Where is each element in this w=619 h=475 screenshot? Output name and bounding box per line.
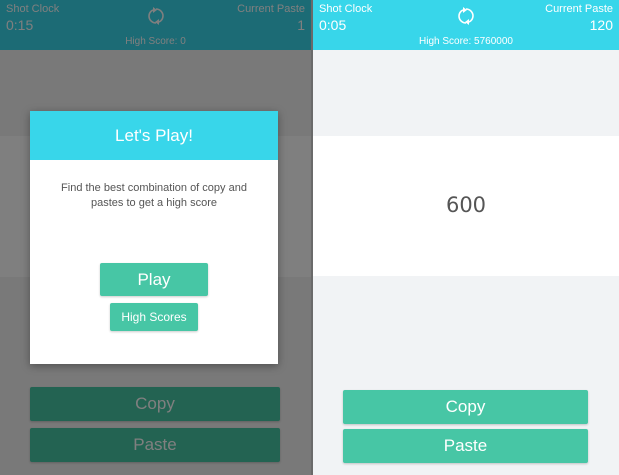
- copy-button[interactable]: Copy: [343, 390, 588, 424]
- game-header: Shot Clock 0:05 Current Paste 120 High S…: [313, 0, 619, 50]
- paste-button[interactable]: Paste: [343, 429, 588, 463]
- lets-play-dialog: Let's Play! Find the best combination of…: [30, 111, 278, 364]
- number-band: 600: [313, 136, 619, 276]
- left-game-screen: Shot Clock 0:15 Current Paste 1 High Sco…: [0, 0, 311, 475]
- refresh-icon[interactable]: [454, 4, 478, 28]
- high-score: High Score: 5760000: [419, 36, 513, 47]
- dialog-title: Let's Play!: [30, 111, 278, 160]
- dialog-body: Find the best combination of copy and pa…: [61, 182, 247, 209]
- current-paste-label: Current Paste: [545, 3, 613, 15]
- number-display: 600: [445, 193, 487, 217]
- high-scores-button[interactable]: High Scores: [110, 303, 198, 331]
- shot-clock-value: 0:05: [319, 17, 347, 33]
- play-button[interactable]: Play: [100, 263, 208, 296]
- right-game-screen: Shot Clock 0:05 Current Paste 120 High S…: [313, 0, 619, 475]
- current-paste-value: 120: [589, 17, 613, 33]
- shot-clock-label: Shot Clock: [319, 3, 373, 15]
